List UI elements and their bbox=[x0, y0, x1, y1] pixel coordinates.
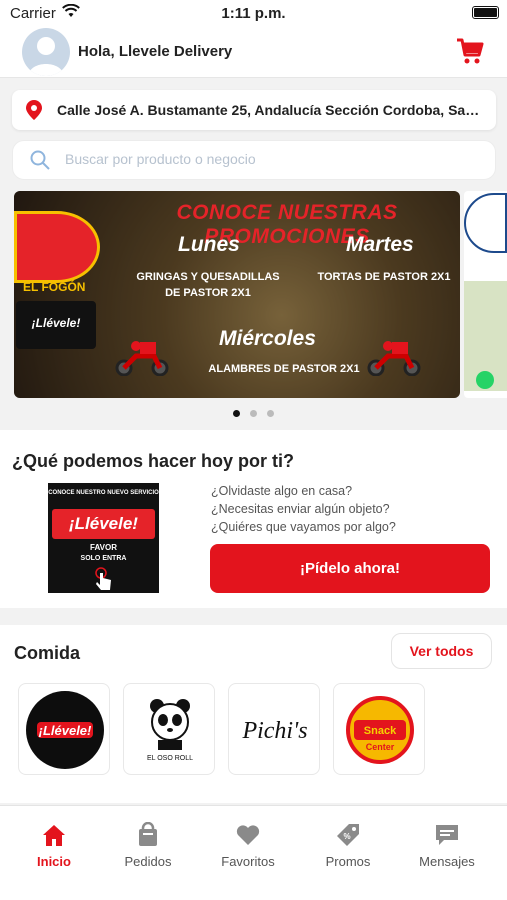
favor-question: ¿Olvidaste algo en casa? bbox=[211, 484, 353, 498]
promo-deal: TORTAS DE PASTOR 2X1 bbox=[317, 271, 451, 283]
heart-icon bbox=[236, 825, 260, 845]
bottom-navigation: Inicio Pedidos Favoritos % Promos Mensaj… bbox=[0, 805, 507, 891]
search-bar[interactable] bbox=[12, 140, 496, 180]
svg-text:Pichi's: Pichi's bbox=[241, 718, 307, 744]
food-section-title: Comida bbox=[14, 643, 81, 663]
user-silhouette-icon bbox=[28, 37, 64, 76]
snack-center-logo: Snack Center bbox=[346, 696, 414, 764]
pagination-dot[interactable] bbox=[267, 410, 274, 417]
nav-label: Inicio bbox=[37, 854, 71, 869]
llevele-logo: ¡Llévele! bbox=[26, 691, 104, 769]
business-card-pichis[interactable]: Pichi's bbox=[228, 683, 320, 775]
promo-day: Miércoles bbox=[219, 327, 316, 350]
search-input[interactable] bbox=[65, 151, 465, 167]
pichis-logo: Pichi's bbox=[241, 718, 307, 744]
avatar[interactable] bbox=[22, 28, 70, 76]
delivery-motorcycle-icon bbox=[115, 341, 169, 376]
business-card-el-oso-roll[interactable]: EL OSO ROLL bbox=[123, 683, 215, 775]
favor-section-title: ¿Qué podemos hacer hoy por ti? bbox=[12, 451, 295, 471]
tag-icon: % bbox=[337, 824, 359, 846]
business-card-llevele[interactable]: ¡Llévele! bbox=[18, 683, 110, 775]
shopping-cart-icon[interactable] bbox=[455, 36, 485, 66]
taqueria-logo: EL FOGÓN bbox=[14, 211, 100, 294]
next-slide-peek[interactable] bbox=[464, 191, 507, 398]
taqueria-logo-text: EL FOGÓN bbox=[23, 280, 86, 294]
food-section: Comida Ver todos ¡Llévele! EL OSO ROLL P… bbox=[0, 625, 507, 803]
clock: 1:11 p.m. bbox=[221, 5, 286, 22]
nav-item-pedidos[interactable]: Pedidos bbox=[98, 806, 198, 892]
delivery-motorcycle-icon bbox=[367, 341, 421, 376]
home-indicator-area bbox=[0, 891, 507, 900]
svg-text:%: % bbox=[343, 832, 350, 841]
promo-carousel-slide[interactable]: EL FOGÓN ¡Llévele! CONOCE NUESTRAS PROMO… bbox=[14, 191, 460, 398]
promo-day: Martes bbox=[346, 233, 414, 256]
favor-image-brand: ¡Llévele! bbox=[52, 509, 155, 539]
svg-text:Snack: Snack bbox=[364, 725, 397, 737]
order-now-button[interactable]: ¡Pídelo ahora! bbox=[210, 544, 490, 593]
nav-label: Favoritos bbox=[221, 854, 275, 869]
status-bar: Carrier 1:11 p.m. bbox=[0, 0, 507, 26]
promo-day: Lunes bbox=[178, 233, 240, 256]
svg-text:Center: Center bbox=[366, 742, 395, 752]
location-pin-icon bbox=[26, 100, 42, 120]
el-oso-roll-logo: EL OSO ROLL bbox=[147, 699, 193, 762]
promo-deal: ALAMBRES DE PASTOR 2X1 bbox=[208, 363, 360, 375]
app-header: Hola, Llevele Delivery bbox=[0, 26, 507, 78]
delivery-address-bar[interactable]: Calle José A. Bustamante 25, Andalucía S… bbox=[12, 90, 496, 130]
nav-label: Pedidos bbox=[124, 854, 172, 869]
favor-image-caption: CONOCE NUESTRO NUEVO SERVICIO bbox=[48, 490, 159, 496]
bag-icon bbox=[139, 822, 157, 846]
address-text: Calle José A. Bustamante 25, Andalucía S… bbox=[57, 102, 487, 118]
pagination-dot[interactable] bbox=[250, 410, 257, 417]
search-icon bbox=[30, 150, 50, 170]
favor-image-cta: SOLO ENTRA bbox=[80, 555, 127, 562]
greeting-text: Hola, Llevele Delivery bbox=[78, 43, 233, 60]
battery-icon bbox=[472, 6, 499, 19]
home-icon bbox=[43, 825, 65, 846]
favor-question: ¿Necesitas enviar algún objeto? bbox=[211, 502, 390, 516]
carousel-pagination bbox=[0, 404, 507, 417]
chat-icon bbox=[436, 825, 458, 845]
whatsapp-icon bbox=[476, 371, 494, 389]
nav-item-favoritos[interactable]: Favoritos bbox=[198, 806, 298, 892]
favor-section: ¿Qué podemos hacer hoy por ti? CONOCE NU… bbox=[0, 430, 507, 608]
next-slide-logo bbox=[464, 193, 507, 253]
favor-question: ¿Quiéres que vayamos por algo? bbox=[211, 520, 396, 534]
favor-image-subtitle: FAVOR bbox=[90, 543, 117, 552]
nav-item-inicio[interactable]: Inicio bbox=[4, 806, 104, 892]
hand-tap-icon bbox=[95, 567, 111, 590]
svg-text:EL OSO ROLL: EL OSO ROLL bbox=[147, 755, 193, 762]
promo-deal: GRINGAS Y QUESADILLAS DE PASTOR 2X1 bbox=[136, 271, 280, 299]
svg-text:¡Llévele!: ¡Llévele! bbox=[39, 723, 92, 738]
see-all-button[interactable]: Ver todos bbox=[391, 633, 492, 669]
nav-item-promos[interactable]: % Promos bbox=[298, 806, 398, 892]
favor-service-image[interactable]: CONOCE NUESTRO NUEVO SERVICIO ¡Llévele! … bbox=[48, 483, 159, 593]
pagination-dot[interactable] bbox=[233, 410, 240, 417]
nav-label: Mensajes bbox=[419, 854, 475, 869]
llevele-logo: ¡Llévele! bbox=[16, 301, 96, 349]
nav-item-mensajes[interactable]: Mensajes bbox=[397, 806, 497, 892]
nav-label: Promos bbox=[325, 854, 371, 869]
business-card-snack-center[interactable]: Snack Center bbox=[333, 683, 425, 775]
